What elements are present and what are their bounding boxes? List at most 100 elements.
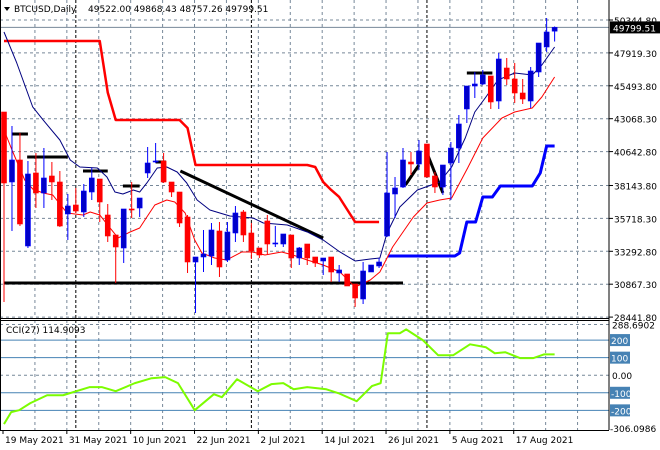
candle-body	[41, 177, 47, 194]
candle-body	[320, 257, 327, 262]
candle-body	[49, 175, 55, 183]
candle-body	[456, 123, 462, 149]
candle-body	[448, 147, 454, 164]
date-axis-label: 22 Jun 2021	[197, 436, 251, 446]
cci-zero-label: 0.00	[612, 372, 632, 382]
candle-body	[9, 159, 15, 183]
candle-body	[1, 111, 7, 184]
candle-body	[416, 150, 422, 165]
cci-min-label: -306.0986	[610, 425, 656, 435]
candle-body	[33, 172, 39, 194]
candle-body	[472, 83, 478, 87]
candle-body	[511, 78, 518, 94]
date-axis-label: 2 Jul 2021	[260, 436, 305, 446]
candle-body	[384, 192, 390, 237]
candle-body	[368, 264, 374, 273]
candle-body	[184, 216, 191, 263]
candle-body	[408, 161, 414, 165]
candle-body	[487, 75, 494, 103]
candle-body	[495, 58, 502, 102]
candle-body	[65, 205, 71, 215]
candle-body	[104, 214, 111, 237]
price-axis-label: 40642.80	[614, 149, 657, 159]
candle-body	[57, 181, 63, 227]
candle-body	[328, 256, 334, 273]
price-axis-label: 33292.80	[614, 248, 657, 258]
chart-window: CCI(27) 114.9093 50344.8047919.3045493.8…	[0, 0, 660, 450]
candle-body	[527, 70, 534, 102]
candle-body	[296, 247, 303, 259]
candle-body	[81, 190, 87, 213]
candle-body	[208, 229, 215, 257]
candle-body	[272, 242, 279, 245]
price-axis-label: 45493.80	[614, 83, 657, 93]
candle-body	[232, 212, 239, 234]
candle-body	[464, 85, 470, 110]
bullish-candle	[495, 52, 502, 109]
candle-body	[160, 160, 167, 183]
candle-body	[120, 208, 127, 249]
symbol-title: BTCUSD,Daily	[14, 5, 77, 15]
candle-body	[17, 159, 23, 225]
candle-body	[200, 253, 207, 258]
last-price-label: 49799.51	[613, 24, 656, 34]
date-axis-label: 14 Jul 2021	[324, 436, 375, 446]
price-axis-label: 30867.30	[614, 281, 657, 291]
price-axis-label: 43068.30	[614, 116, 657, 126]
bearish-candle	[176, 191, 183, 227]
candle-body	[479, 74, 486, 85]
candle-body	[424, 143, 430, 178]
candle-body	[344, 273, 350, 287]
candle-body	[392, 187, 398, 195]
candle-body	[144, 162, 151, 174]
date-axis-label: 31 May 2021	[69, 436, 128, 446]
cci-level-label: 100	[611, 355, 628, 365]
candle-body	[88, 177, 95, 193]
candle-body	[216, 230, 223, 268]
bearish-candle	[344, 273, 350, 287]
date-axis-label: 10 Jun 2021	[133, 436, 187, 446]
candle-body	[312, 256, 319, 264]
candle-body	[280, 233, 287, 245]
candle-body	[519, 92, 526, 100]
candle-body	[192, 256, 199, 263]
candle-body	[432, 175, 438, 188]
date-axis-label: 19 May 2021	[5, 436, 64, 446]
candle-body	[136, 197, 143, 209]
candle-body	[400, 159, 406, 188]
price-axis-label: 38143.80	[614, 182, 657, 192]
candle-body	[256, 247, 263, 256]
bullish-candle	[368, 264, 374, 273]
candle-body	[535, 42, 542, 73]
candle-body	[128, 208, 135, 211]
candle-body	[440, 164, 446, 188]
chart-header: BTCUSD,Daily 49522.00 49868.43 48757.26 …	[4, 5, 268, 15]
date-axis-label: 26 Jul 2021	[388, 436, 439, 446]
date-axis-label: 17 Aug 2021	[516, 436, 574, 446]
price-axis-label: 35718.30	[614, 215, 657, 225]
candle-body	[543, 31, 550, 48]
candle-body	[304, 243, 311, 259]
cci-level-label: -200	[611, 407, 632, 417]
candle-body	[168, 181, 175, 193]
ohlc-values: 49522.00 49868.43 48757.26 49799.51	[88, 5, 268, 15]
date-axis-label: 5 Aug 2021	[452, 436, 504, 446]
bearish-candle	[424, 143, 430, 178]
candle-body	[264, 220, 271, 245]
candle-body	[360, 270, 366, 300]
candle-body	[73, 204, 79, 212]
candle-body	[551, 27, 558, 32]
candle-body	[240, 211, 247, 236]
cci-max-label: 288.6902	[612, 322, 655, 332]
candle-body	[336, 269, 342, 274]
candle-body	[503, 67, 510, 80]
candle-body	[352, 283, 358, 299]
candle-body	[176, 191, 183, 224]
candle-body	[248, 232, 255, 252]
bullish-candle	[25, 160, 31, 248]
cci-level-label: -100	[611, 390, 632, 400]
candle-body	[376, 261, 382, 267]
candle-body	[25, 173, 31, 247]
cci-level-label: 200	[611, 337, 628, 347]
bullish-candle	[535, 42, 542, 77]
